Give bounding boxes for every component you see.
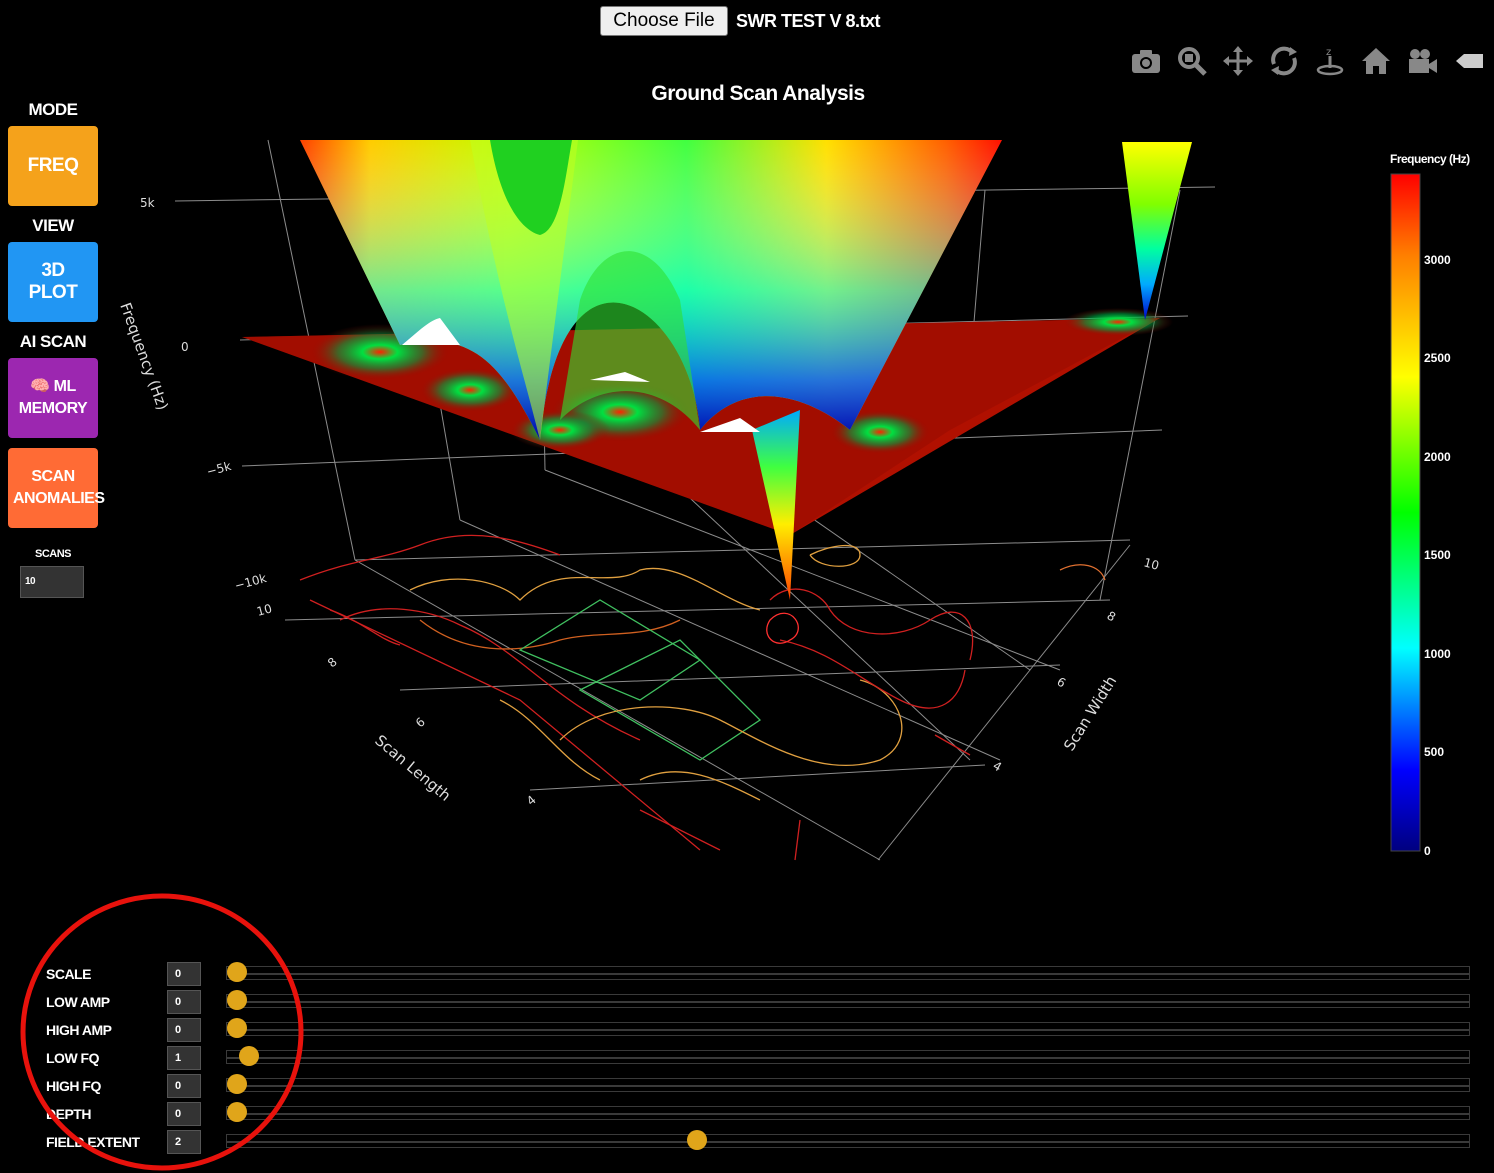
floor-contours: [299, 534, 1106, 861]
colorbar-tick: 3000: [1424, 253, 1451, 267]
slider-value-input[interactable]: 0: [167, 990, 201, 1014]
slider-thumb[interactable]: [686, 1130, 707, 1150]
slider-label: LOW FQ: [46, 1050, 100, 1066]
slider-label: FIELD EXTENT: [46, 1134, 140, 1150]
slider-label: SCALE: [46, 966, 91, 982]
slider-label: LOW AMP: [46, 994, 110, 1010]
colorbar-tick: 1500: [1424, 548, 1451, 562]
x-tick-label: 8: [325, 655, 340, 671]
colorbar-tick: 2000: [1424, 450, 1451, 464]
slider-thumb[interactable]: [227, 962, 247, 982]
colorbar-scale: [1390, 173, 1421, 852]
z-axis-title: Frequency (Hz): [116, 300, 172, 412]
slider-thumb[interactable]: [227, 990, 247, 1010]
3d-surface-plot[interactable]: 5k 0 −5k −10k 10 8 6 4 10 8 6 4 Frequenc…: [0, 0, 1494, 900]
x-axis-title: Scan Length: [371, 731, 454, 805]
slider-track[interactable]: [226, 1046, 1470, 1066]
slider-label: HIGH FQ: [46, 1078, 101, 1094]
colorbar-tick: 500: [1424, 745, 1444, 759]
slider-value-input[interactable]: 1: [167, 1046, 201, 1070]
slider-label: HIGH AMP: [46, 1022, 112, 1038]
slider-row-depth: DEPTH 0: [46, 1100, 1476, 1128]
slider-track[interactable]: [226, 990, 1470, 1010]
surface-dip: [1063, 308, 1173, 336]
x-tick-label: 4: [524, 793, 539, 809]
slider-thumb[interactable]: [227, 1074, 247, 1094]
slider-panel: SCALE 0 LOW AMP 0 HIGH AMP 0 LOW FQ 1 HI…: [46, 960, 1476, 1156]
slider-value-input[interactable]: 0: [167, 1074, 201, 1098]
slider-value-input[interactable]: 0: [167, 962, 201, 986]
slider-value-input[interactable]: 0: [167, 1102, 201, 1126]
colorbar-title: Frequency (Hz): [1390, 152, 1470, 166]
slider-row-field-extent: FIELD EXTENT 2: [46, 1128, 1476, 1156]
colorbar-tick: 2500: [1424, 351, 1451, 365]
slider-thumb[interactable]: [227, 1102, 247, 1122]
slider-row-high-fq: HIGH FQ 0: [46, 1072, 1476, 1100]
colorbar: Frequency (Hz) 3000 2500 2000 1500 1000 …: [1390, 152, 1471, 858]
z-tick-label: 5k: [140, 196, 155, 210]
x-tick-label: 10: [255, 601, 273, 618]
slider-track[interactable]: [226, 962, 1470, 982]
slider-track[interactable]: [226, 1074, 1470, 1094]
y-axis-title: Scan Width: [1060, 673, 1120, 754]
colorbar-tick: 1000: [1424, 647, 1451, 661]
y-tick-label: 6: [1055, 674, 1069, 690]
y-tick-label: 10: [1142, 555, 1160, 572]
colorbar-tick: 0: [1424, 844, 1431, 858]
y-tick-label: 4: [991, 758, 1005, 774]
slider-track[interactable]: [226, 1130, 1470, 1150]
surface-dip: [510, 410, 610, 450]
slider-value-input[interactable]: 2: [167, 1130, 201, 1154]
slider-row-low-amp: LOW AMP 0: [46, 988, 1476, 1016]
z-tick-label: −5k: [205, 459, 232, 479]
slider-row-scale: SCALE 0: [46, 960, 1476, 988]
slider-label: DEPTH: [46, 1106, 91, 1122]
slider-thumb[interactable]: [227, 1018, 247, 1038]
slider-row-low-fq: LOW FQ 1: [46, 1044, 1476, 1072]
x-tick-label: 6: [413, 715, 428, 731]
z-tick-label: 0: [181, 340, 189, 354]
slider-value-input[interactable]: 0: [167, 1018, 201, 1042]
slider-row-high-amp: HIGH AMP 0: [46, 1016, 1476, 1044]
y-tick-label: 8: [1105, 608, 1119, 624]
slider-track[interactable]: [226, 1018, 1470, 1038]
z-tick-label: −10k: [233, 571, 268, 593]
slider-track[interactable]: [226, 1102, 1470, 1122]
slider-thumb[interactable]: [239, 1046, 260, 1066]
